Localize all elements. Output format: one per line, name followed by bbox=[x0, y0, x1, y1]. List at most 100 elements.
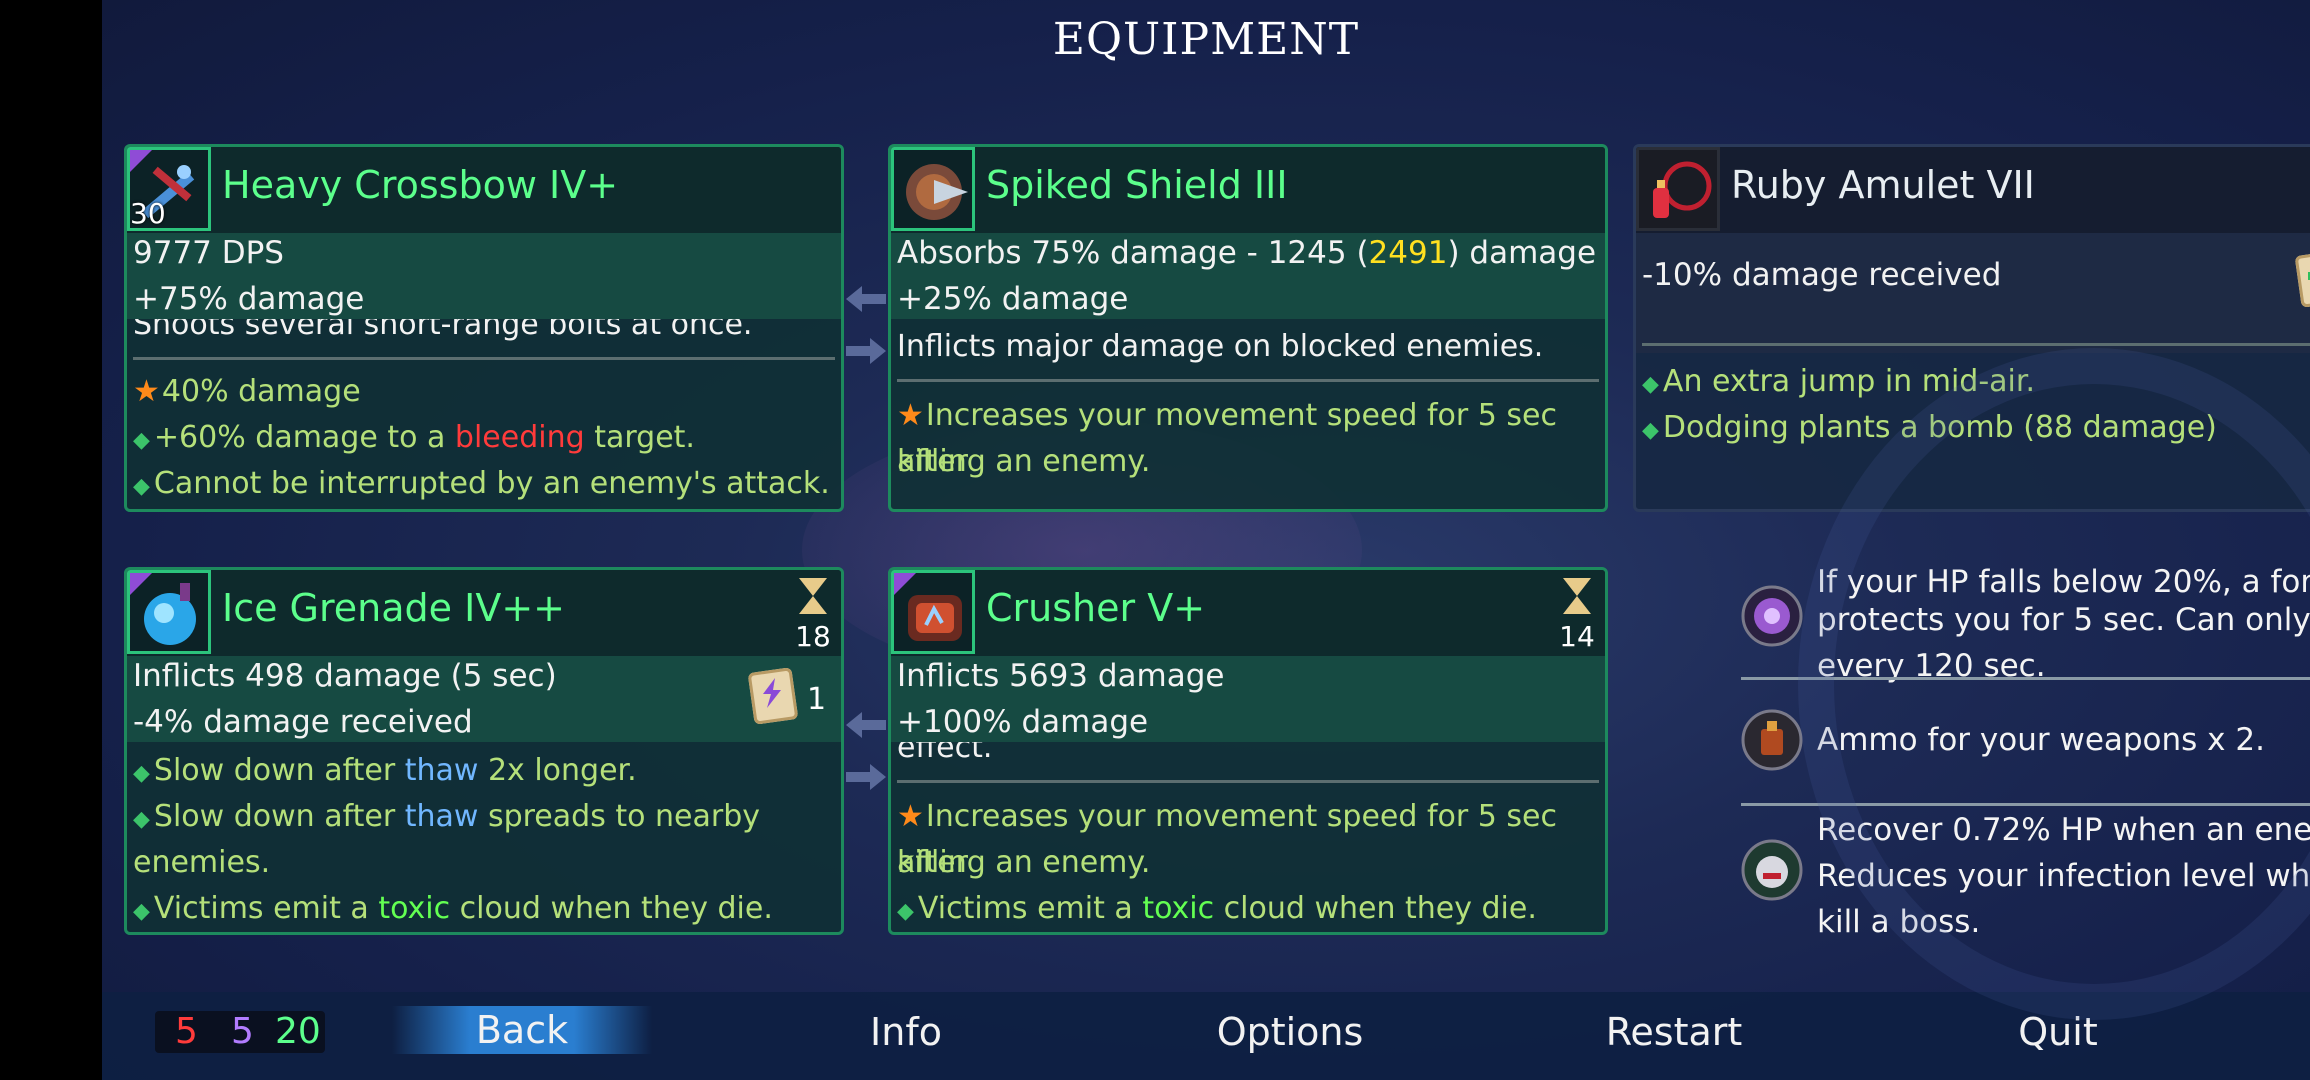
affix-text: Dodging plants a bomb (88 damage) bbox=[1662, 410, 2217, 445]
item-absorb: Absorbs 75% damage - 1245 (2491) damage bbox=[897, 235, 1596, 271]
affix-text: Slow down after bbox=[153, 753, 405, 788]
divider bbox=[1642, 343, 2310, 346]
item-damage-bonus: +75% damage bbox=[133, 281, 365, 317]
item-damage-reduction: -10% damage received bbox=[1642, 257, 2002, 293]
diamond-icon: ◆ bbox=[133, 807, 150, 832]
item-level: 30 bbox=[130, 197, 166, 230]
affix-2: ◆ +60% damage to a bleeding target. bbox=[133, 415, 835, 464]
item-card-spiked-shield[interactable]: Spiked Shield III Absorbs 75% damage - 1… bbox=[888, 144, 1608, 512]
swap-left-arrow-icon[interactable] bbox=[846, 286, 886, 312]
diamond-icon: ◆ bbox=[1642, 372, 1659, 397]
mutations-panel: If your HP falls below 20%, a force fiel… bbox=[1735, 567, 2310, 937]
mutation-text: kill a boss. bbox=[1817, 904, 1981, 937]
diamond-icon: ◆ bbox=[1642, 418, 1659, 443]
mutation-ammo[interactable]: Ammo for your weapons x 2. bbox=[1735, 685, 2310, 805]
mutation-text: every 120 sec. bbox=[1817, 648, 2046, 684]
star-icon: ★ bbox=[897, 398, 924, 433]
affix-text: Slow down after bbox=[153, 799, 405, 834]
affix-text: An extra jump in mid-air. bbox=[1662, 364, 2035, 399]
back-button[interactable]: Back bbox=[392, 1006, 652, 1054]
rarity-corner-mark bbox=[130, 150, 152, 172]
rarity-corner-mark bbox=[894, 573, 916, 595]
affix-text: +60% damage to a bbox=[153, 420, 455, 455]
affix-text: 2x longer. bbox=[478, 753, 637, 788]
diamond-icon: ◆ bbox=[133, 761, 150, 786]
diamond-icon: ◆ bbox=[133, 899, 150, 924]
swap-left-arrow-icon[interactable] bbox=[846, 712, 886, 738]
quit-button[interactable]: Quit bbox=[1928, 1010, 2188, 1054]
affix-1: ◆ Slow down after thaw 2x longer. bbox=[133, 748, 835, 797]
affix-text: target. bbox=[584, 420, 695, 455]
affix-3: ◆ Victims emit a toxic cloud when they di… bbox=[133, 886, 835, 932]
stat-text: Absorbs 75% damage - 1245 ( bbox=[897, 235, 1369, 271]
item-card-heavy-crossbow[interactable]: 30 Heavy Crossbow IV+ 9777 DPS +75% dama… bbox=[124, 144, 844, 512]
game-screen: EQUIPMENT 30 Heavy Crossbow IV+ 9777 DPS… bbox=[102, 0, 2310, 1080]
bottom-menu-bar: 5 5 20 Back Info Options Restart Quit bbox=[102, 992, 2310, 1080]
amulet-icon bbox=[1636, 147, 1720, 231]
keyword-toxic: toxic bbox=[1142, 891, 1215, 926]
mutation-text: If your HP falls below 20%, a force fiel… bbox=[1817, 567, 2310, 600]
affix-1-cont: killing an enemy. bbox=[897, 845, 1151, 880]
item-name: Ruby Amulet VII bbox=[1731, 163, 2035, 207]
affix-text: cloud when they die. bbox=[450, 891, 773, 926]
crossbow-icon: 30 bbox=[127, 147, 211, 231]
item-card-ruby-amulet[interactable]: Ruby Amulet VII -10% damage received 2 ◆… bbox=[1633, 144, 2310, 512]
brutality-scroll-count: 5 bbox=[175, 1011, 198, 1052]
force-field-mutation-icon bbox=[1741, 585, 1803, 647]
survival-scroll-count: 20 bbox=[275, 1011, 321, 1052]
affix-text: 40% damage bbox=[161, 374, 361, 409]
hourglass-icon bbox=[1563, 578, 1591, 614]
item-card-crusher[interactable]: Crusher V+ 14 Inflicts 5693 damage +100%… bbox=[888, 567, 1608, 935]
mutation-force-field[interactable]: If your HP falls below 20%, a force fiel… bbox=[1735, 567, 2310, 684]
screen-title: EQUIPMENT bbox=[1052, 14, 1360, 65]
keyword-toxic: toxic bbox=[378, 891, 451, 926]
keyword-thaw: thaw bbox=[404, 753, 479, 788]
keyword-thaw: thaw bbox=[404, 799, 479, 834]
diamond-icon: ◆ bbox=[133, 474, 150, 499]
affix-2: ◆ Dodging plants a bomb (88 damage) bbox=[1642, 405, 2310, 454]
item-name: Heavy Crossbow IV+ bbox=[222, 163, 619, 207]
crusher-icon bbox=[891, 570, 975, 654]
star-icon: ★ bbox=[133, 374, 160, 409]
affix-2-cont: enemies. bbox=[133, 845, 271, 880]
cooldown: 14 bbox=[1557, 578, 1597, 653]
keyword-bleeding: bleeding bbox=[454, 420, 585, 455]
divider bbox=[1741, 803, 2310, 806]
scroll-icon bbox=[2294, 247, 2310, 308]
tactics-scroll-count: 5 bbox=[231, 1011, 254, 1052]
item-damage-reduction: -4% damage received bbox=[133, 704, 473, 740]
card-stats-band bbox=[1636, 233, 2310, 353]
mutation-text: Recover 0.72% HP when an enemy dies. bbox=[1817, 812, 2310, 848]
item-description: Shoots several short-range bolts at once… bbox=[133, 319, 753, 342]
cooldown-seconds: 18 bbox=[795, 620, 831, 653]
info-button[interactable]: Info bbox=[776, 1010, 1036, 1054]
divider bbox=[133, 357, 835, 360]
stat-text: ) damage bbox=[1447, 235, 1597, 271]
swap-right-arrow-icon[interactable] bbox=[846, 338, 886, 364]
shield-icon bbox=[891, 147, 975, 231]
mutation-text: Ammo for your weapons x 2. bbox=[1817, 722, 2265, 758]
affix-text: Cannot be interrupted by an enemy's atta… bbox=[153, 466, 830, 501]
item-card-ice-grenade[interactable]: Ice Grenade IV++ 18 Inflicts 498 damage … bbox=[124, 567, 844, 935]
cooldown-seconds: 14 bbox=[1559, 620, 1595, 653]
ammo-mutation-icon bbox=[1741, 709, 1803, 771]
affix-3: ◆ Cannot be interrupted by an enemy's att… bbox=[133, 461, 835, 509]
swap-right-arrow-icon[interactable] bbox=[846, 764, 886, 790]
diamond-icon: ◆ bbox=[133, 428, 150, 453]
cursed-value: 2491 bbox=[1368, 235, 1448, 271]
item-dps: 9777 DPS bbox=[133, 235, 284, 271]
affix-1: ★40% damage bbox=[133, 369, 835, 415]
restart-button[interactable]: Restart bbox=[1544, 1010, 1804, 1054]
options-button[interactable]: Options bbox=[1160, 1010, 1420, 1054]
affix-text: cloud when they die. bbox=[1214, 891, 1537, 926]
description-clip: effect. bbox=[891, 742, 1605, 770]
mutation-text: Reduces your infection level when you bbox=[1817, 858, 2310, 894]
scroll-counters: 5 5 20 bbox=[155, 1011, 325, 1053]
item-damage: Inflicts 498 damage (5 sec) bbox=[133, 658, 557, 694]
item-name: Crusher V+ bbox=[986, 586, 1206, 630]
scroll-count: 1 bbox=[807, 682, 827, 717]
divider bbox=[897, 780, 1599, 783]
mutation-recover[interactable]: Recover 0.72% HP when an enemy dies. Red… bbox=[1735, 807, 2310, 937]
affix-1: ◆ An extra jump in mid-air. bbox=[1642, 359, 2310, 408]
scroll-icon bbox=[747, 664, 803, 725]
